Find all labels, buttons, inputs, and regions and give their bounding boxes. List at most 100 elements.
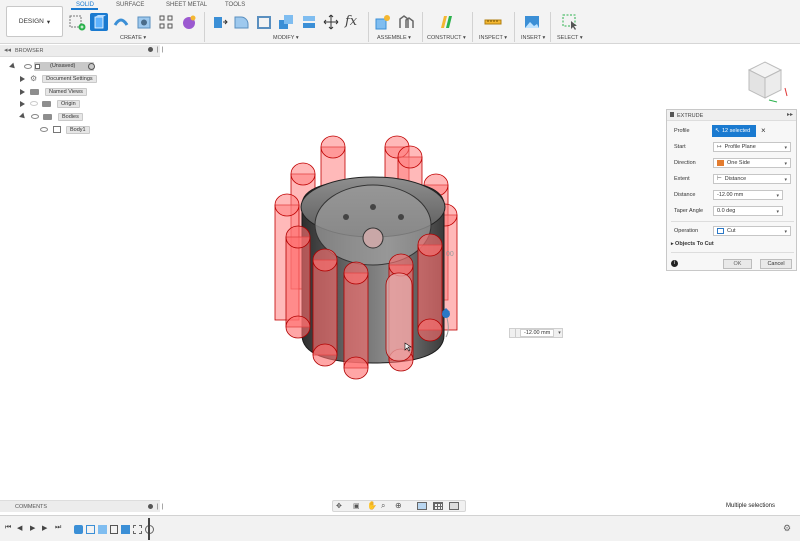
assemble-menu[interactable]: ASSEMBLE ▾	[377, 35, 411, 41]
divider	[671, 221, 794, 222]
step-back-icon[interactable]: ◀	[17, 524, 22, 532]
info-icon[interactable]: i	[671, 260, 678, 267]
expand-arrow-icon[interactable]	[20, 75, 25, 82]
timeline-feature-icon[interactable]	[74, 524, 83, 534]
chevron-down-icon: ▾	[784, 161, 787, 167]
tab-sheet-metal[interactable]: SHEET METAL	[166, 2, 207, 8]
select-icon[interactable]	[561, 13, 579, 31]
press-pull-icon[interactable]	[210, 13, 228, 31]
extrude-header[interactable]: EXTRUDE ▸▸	[667, 110, 796, 121]
expand-arrow-icon[interactable]	[9, 62, 17, 71]
extrude-icon[interactable]	[90, 13, 108, 31]
revolve-icon[interactable]	[112, 13, 130, 31]
drag-handle[interactable]	[510, 329, 516, 337]
grid-settings-icon[interactable]	[433, 502, 443, 510]
fillet-icon[interactable]	[232, 13, 250, 31]
chevron-down-icon[interactable]: ▾	[558, 330, 561, 336]
distance-inline-value[interactable]: -12.00 mm	[520, 329, 555, 337]
taper-angle-input[interactable]: 0.0 deg ▾	[713, 206, 783, 216]
collapse-icon[interactable]: ◂◂	[4, 46, 11, 54]
objects-to-cut-toggle[interactable]: ▸ Objects To Cut	[671, 241, 714, 247]
orbit-icon[interactable]: ✥	[336, 502, 342, 510]
insert-image-icon[interactable]	[523, 13, 541, 31]
new-component-icon[interactable]	[373, 13, 391, 31]
pan-icon[interactable]: ✋	[367, 501, 377, 510]
tree-item-origin[interactable]: Origin	[20, 98, 80, 109]
tree-item-named-views[interactable]: Named Views	[20, 86, 87, 97]
view-cube[interactable]	[741, 50, 791, 108]
go-to-end-icon[interactable]: ⏭	[55, 524, 61, 532]
tree-item-root[interactable]: (Unsaved)	[9, 61, 95, 72]
timeline-feature-icon[interactable]	[121, 524, 131, 534]
distance-inline-input[interactable]: -12.00 mm ▾	[509, 328, 563, 338]
timeline-feature-icon[interactable]	[85, 524, 95, 534]
visibility-eye-icon[interactable]	[31, 114, 39, 119]
start-select[interactable]: ↦ Profile Plane ▾	[713, 142, 791, 152]
tree-item-bodies[interactable]: Bodies	[19, 111, 83, 122]
timeline-feature-icon[interactable]	[97, 524, 107, 534]
expand-icon[interactable]: ▸▸	[787, 111, 793, 118]
workspace-switcher[interactable]: DESIGN ▾	[6, 6, 63, 37]
options-icon[interactable]	[148, 504, 153, 509]
play-icon[interactable]: ▶	[30, 524, 35, 532]
folder-icon	[30, 88, 39, 95]
pattern-icon[interactable]	[157, 13, 175, 31]
split-body-icon[interactable]	[300, 13, 318, 31]
viewports-icon[interactable]	[449, 502, 459, 510]
offset-plane-icon[interactable]	[438, 13, 456, 31]
visibility-eye-icon[interactable]	[40, 127, 48, 132]
joint-icon[interactable]	[397, 13, 415, 31]
zoom-icon[interactable]: ⌕	[381, 501, 385, 511]
combine-icon[interactable]	[277, 13, 295, 31]
timeline-feature-icon[interactable]	[133, 524, 143, 534]
look-at-icon[interactable]: ▣	[353, 502, 360, 510]
tree-item-body1[interactable]: Body1	[40, 124, 90, 135]
timeline-feature-icon[interactable]	[109, 524, 119, 534]
operation-select[interactable]: Cut ▾	[713, 226, 791, 236]
profile-selection-button[interactable]: ↖ 12 selected	[712, 125, 756, 137]
display-settings-icon[interactable]	[417, 502, 427, 510]
expand-arrow-icon[interactable]	[19, 112, 27, 121]
step-forward-icon[interactable]: ▶	[42, 524, 47, 532]
tree-label-bodies: Bodies	[58, 112, 83, 121]
activate-radio-icon[interactable]	[88, 63, 95, 70]
clear-selection-icon[interactable]: ×	[761, 126, 766, 135]
measure-icon[interactable]	[484, 13, 502, 31]
inspect-menu[interactable]: INSPECT ▾	[479, 35, 507, 41]
select-menu[interactable]: SELECT ▾	[557, 35, 583, 41]
go-to-start-icon[interactable]: ⏮	[5, 524, 11, 532]
browser-header[interactable]: ◂◂ BROWSER ❘❘	[0, 45, 165, 57]
tab-surface[interactable]: SURFACE	[116, 2, 144, 8]
expand-arrow-icon[interactable]	[20, 100, 25, 107]
cancel-button[interactable]: Cancel	[760, 259, 792, 269]
move-icon[interactable]	[322, 13, 340, 31]
visibility-eye-icon[interactable]	[24, 64, 32, 69]
hole-icon[interactable]	[135, 13, 153, 31]
fit-icon[interactable]: ⊕	[395, 501, 402, 510]
form-icon[interactable]	[180, 13, 198, 31]
shell-icon[interactable]	[255, 13, 273, 31]
expand-arrow-icon[interactable]	[20, 88, 25, 95]
comments-panel-header[interactable]: COMMENTS ❘❘	[0, 500, 165, 512]
options-icon[interactable]	[148, 47, 153, 52]
ok-button[interactable]: OK	[723, 259, 752, 269]
tab-tools[interactable]: TOOLS	[225, 2, 245, 8]
distance-input[interactable]: -12.00 mm ▾	[713, 190, 783, 200]
parameters-icon[interactable]: fx	[345, 13, 363, 31]
modify-menu[interactable]: MODIFY ▾	[273, 35, 299, 41]
create-sketch-icon[interactable]	[68, 13, 86, 31]
timeline-marker[interactable]	[148, 518, 150, 540]
insert-menu[interactable]: INSERT ▾	[521, 35, 545, 41]
pin-icon[interactable]: ❘❘	[155, 503, 165, 510]
extent-select[interactable]: ⊢ Distance ▾	[713, 174, 791, 184]
construct-menu[interactable]: CONSTRUCT ▾	[427, 35, 466, 41]
pin-icon[interactable]: ❘❘	[155, 46, 165, 53]
direction-select[interactable]: One Side ▾	[713, 158, 791, 168]
select-arrow-icon: ↖	[715, 128, 721, 134]
visibility-eye-icon[interactable]	[30, 101, 38, 106]
tree-item-document-settings[interactable]: ⚙ Document Settings	[20, 73, 97, 84]
create-menu[interactable]: CREATE ▾	[120, 35, 146, 41]
chevron-down-icon: ▾	[776, 209, 779, 215]
timeline-features[interactable]	[74, 522, 155, 536]
gear-icon[interactable]: ⚙	[783, 523, 791, 534]
